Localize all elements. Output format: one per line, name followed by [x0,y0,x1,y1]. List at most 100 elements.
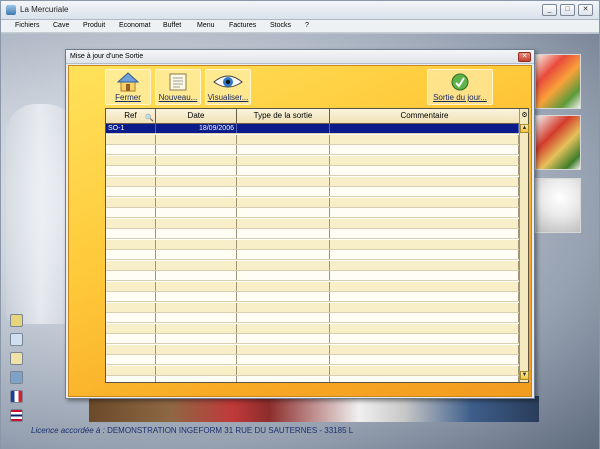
table-row[interactable] [106,187,519,197]
table-row[interactable]: SO-1 18/09/2006 [106,124,519,134]
table-row[interactable] [106,292,519,302]
folder-icon[interactable] [10,352,23,365]
table-cell-commentaire [330,187,519,196]
table-cell-date [156,302,237,312]
table-row[interactable] [106,334,519,344]
table-cell-ref [106,292,156,301]
table-row[interactable] [106,281,519,292]
vertical-scrollbar[interactable]: ⚙ ▲ ▼ [519,109,529,382]
table-cell-date [156,260,237,270]
table-row[interactable] [106,176,519,187]
table-cell-date: 18/09/2006 [156,124,237,133]
table-cell-commentaire [330,155,519,165]
table-cell-commentaire [330,145,519,154]
column-header-date[interactable]: Date [156,109,237,124]
table-cell-type [237,334,330,343]
menu-produit[interactable]: Produit [83,22,105,29]
table-row[interactable] [106,250,519,260]
table-row[interactable] [106,365,519,376]
uk-flag-icon[interactable] [10,409,23,422]
table-cell-date [156,218,237,228]
table-row[interactable] [106,376,519,382]
door-icon[interactable] [10,333,23,346]
table-cell-date [156,239,237,249]
table-row[interactable] [106,271,519,281]
nouveau-button[interactable]: Nouveau... [155,69,201,105]
table-cell-ref [106,323,156,333]
column-header-type[interactable]: Type de la sortie [237,109,330,124]
maximize-button[interactable]: □ [560,4,575,16]
sortie-du-jour-button[interactable]: Sortie du jour... [427,69,493,105]
menu-economat[interactable]: Economat [119,22,151,29]
table-row[interactable] [106,166,519,176]
menu-cave[interactable]: Cave [53,22,69,29]
table-cell-commentaire [330,124,519,133]
table-row[interactable] [106,313,519,323]
scroll-up-button[interactable]: ▲ [520,124,529,133]
scroll-down-button[interactable]: ▼ [520,371,529,380]
user-icon[interactable] [10,371,23,384]
table-cell-date [156,323,237,333]
table-cell-ref [106,187,156,196]
table-cell-date [156,208,237,217]
table-cell-commentaire [330,166,519,175]
table-row[interactable] [106,323,519,334]
minimize-button[interactable]: _ [542,4,557,16]
table-cell-type [237,239,330,249]
table-cell-ref [106,355,156,364]
visualiser-button[interactable]: Visualiser... [205,69,251,105]
table-cell-commentaire [330,344,519,354]
table-row[interactable] [106,134,519,145]
menu-factures[interactable]: Factures [229,22,256,29]
fermer-button[interactable]: Fermer [105,69,151,105]
menu-buffet[interactable]: Buffet [163,22,181,29]
table-row[interactable] [106,155,519,166]
column-header-ref[interactable]: Ref 🔍 [106,109,156,124]
dialog-close-button[interactable]: ✕ [518,52,531,62]
sortie-du-jour-label: Sortie du jour... [433,93,487,102]
table-row[interactable] [106,302,519,313]
table-row[interactable] [106,218,519,229]
table-cell-ref [106,239,156,249]
table-cell-commentaire [330,260,519,270]
table-row[interactable] [106,197,519,208]
menu-fichiers[interactable]: Fichiers [15,22,40,29]
table-row[interactable] [106,239,519,250]
table-row[interactable] [106,260,519,271]
table-cell-type [237,145,330,154]
table-row[interactable] [106,145,519,155]
column-header-commentaire[interactable]: Commentaire [330,109,519,124]
table-cell-date [156,313,237,322]
table-cell-date [156,376,237,382]
table-cell-ref [106,155,156,165]
table-cell-ref [106,313,156,322]
table-header: Ref 🔍 Date Type de la sortie Commentaire [106,109,519,124]
app-title: La Mercuriale [20,5,69,14]
table-cell-commentaire [330,323,519,333]
green-ball-icon [450,72,470,94]
document-icon [167,72,189,94]
table-cell-date [156,155,237,165]
table-cell-commentaire [330,365,519,375]
table-cell-ref [106,260,156,270]
table-cell-type [237,302,330,312]
column-settings-icon[interactable]: ⚙ [520,111,529,119]
fermer-label: Fermer [115,93,141,102]
french-flag-icon[interactable] [10,390,23,403]
table-row[interactable] [106,355,519,365]
licence-line: Licence accordée à : DEMONSTRATION INGEF… [31,426,353,435]
table-row[interactable] [106,208,519,218]
table-cell-type [237,176,330,186]
table-row[interactable] [106,344,519,355]
note-icon[interactable] [10,314,23,327]
table-row[interactable] [106,229,519,239]
table-cell-commentaire [330,292,519,301]
close-button[interactable]: ✕ [578,4,593,16]
table-cell-type [237,187,330,196]
menu-stocks[interactable]: Stocks [270,22,291,29]
table-cell-date [156,250,237,259]
menu-menu[interactable]: Menu [197,22,215,29]
menu-help[interactable]: ? [305,22,309,29]
sortie-dialog: Mise à jour d'une Sortie ✕ Fermer Nouvea… [65,49,535,399]
dialog-body: Fermer Nouveau... Visualiser... Sortie d… [68,65,532,397]
